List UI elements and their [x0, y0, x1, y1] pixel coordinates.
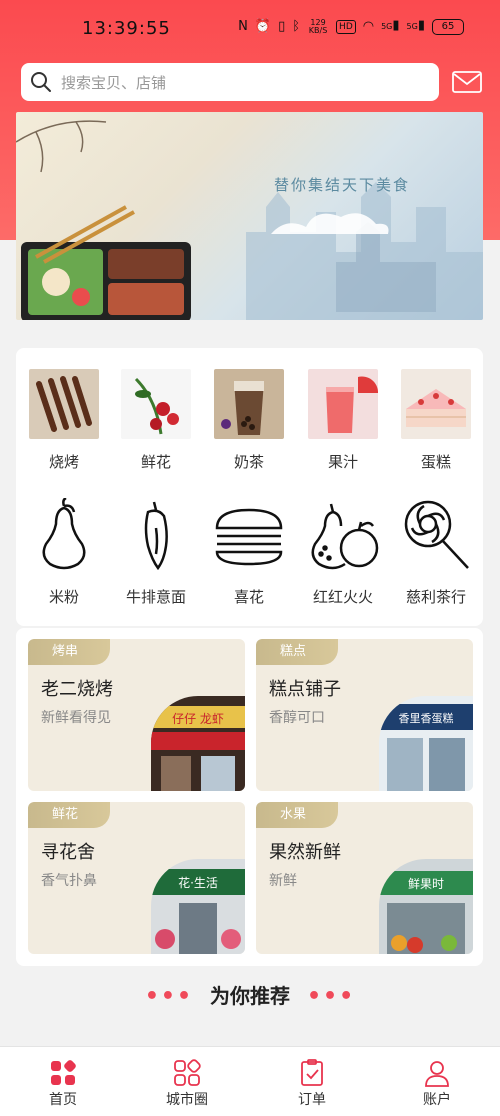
cake-photo [401, 369, 471, 439]
shop-photo: 香里香蛋糕 [379, 696, 473, 791]
tab-label: 账户 [423, 1092, 451, 1108]
category-item-juice[interactable]: 果汁 [303, 369, 383, 472]
shop-card-fruit[interactable]: 水果 果然新鲜 新鲜 鲜果时 [256, 802, 473, 954]
shop-card-bbq[interactable]: 烤串 老二烧烤 新鲜看得见 仔仔 龙虾 [28, 639, 245, 791]
category-label: 牛排意面 [125, 588, 186, 606]
promo-banner[interactable]: 替你集结天下美食 [16, 112, 483, 320]
search-placeholder: 搜索宝贝、店铺 [61, 73, 167, 92]
mail-icon[interactable] [452, 70, 482, 94]
signal-label-1: 5G [381, 22, 393, 31]
shop-desc: 香醇可口 [269, 710, 325, 726]
juice-photo [308, 369, 378, 439]
banner-illustration [16, 120, 483, 320]
category-item-cili-tea[interactable]: 慈利茶行 [396, 498, 476, 607]
tab-account[interactable]: 账户 [402, 1059, 472, 1109]
recommend-title: 为你推荐 [210, 984, 290, 1008]
shop-desc: 新鲜看得见 [41, 710, 111, 726]
shop-desc: 新鲜 [269, 873, 297, 889]
status-icons: N ⏰ ▯ ᛒ 129 KB/S HD ◠ 5G▮ 5G▮ 65 [238, 18, 464, 35]
shop-tag: 水果 [256, 802, 338, 828]
shop-sign: 仔仔 龙虾 [172, 712, 224, 726]
category-label: 喜花 [233, 588, 264, 606]
skewer-photo [29, 369, 99, 439]
shop-sign: 香里香蛋糕 [399, 711, 454, 725]
shop-card-pastry[interactable]: 糕点 糕点铺子 香醇可口 香里香蛋糕 [256, 639, 473, 791]
signal-icon-1: 5G▮ [381, 18, 400, 33]
category-label: 米粉 [48, 588, 79, 606]
status-time: 13:39:55 [82, 18, 171, 39]
category-item-honghong[interactable]: 红红火火 [303, 498, 383, 607]
category-item-milktea[interactable]: 奶茶 [209, 369, 289, 472]
category-item-bbq[interactable]: 烧烤 [24, 369, 104, 472]
nfc-icon: N [238, 18, 248, 34]
shop-sign: 鲜果时 [408, 877, 444, 891]
burger-icon [211, 498, 287, 574]
category-label: 果汁 [327, 453, 358, 471]
shop-name: 寻花舍 [41, 842, 95, 863]
shop-sign: 花·生活 [178, 875, 218, 890]
alarm-icon: ⏰ [254, 18, 272, 34]
category-item-rice-noodle[interactable]: 米粉 [24, 496, 104, 607]
tab-city-circle[interactable]: 城市圈 [152, 1059, 222, 1109]
category-item-flowers[interactable]: 鲜花 [116, 369, 196, 472]
category-label: 鲜花 [140, 453, 171, 471]
shop-photo: 花·生活 [151, 859, 245, 954]
bottom-tab-bar: 首页 城市圈 订单 账户 [0, 1046, 500, 1116]
city-circle-icon [173, 1059, 201, 1087]
fruits-icon [305, 498, 381, 574]
category-item-xihua[interactable]: 喜花 [209, 498, 289, 607]
tab-orders[interactable]: 订单 [277, 1059, 347, 1109]
shop-tag: 烤串 [28, 639, 110, 665]
category-item-steak-pasta[interactable]: 牛排意面 [116, 498, 196, 607]
tab-label: 订单 [298, 1092, 326, 1108]
network-speed: 129 KB/S [308, 17, 328, 35]
tab-label: 城市圈 [166, 1092, 208, 1108]
status-bar: 13:39:55 N ⏰ ▯ ᛒ 129 KB/S HD ◠ 5G▮ 5G▮ 6… [0, 0, 500, 58]
shop-tag: 糕点 [256, 639, 338, 665]
lollipop-icon [398, 498, 474, 574]
tab-home[interactable]: 首页 [28, 1059, 98, 1109]
search-input[interactable]: 搜索宝贝、店铺 [21, 63, 439, 101]
roses-photo [121, 369, 191, 439]
recommend-dots-right: ••• [306, 984, 356, 1009]
category-label: 红红火火 [312, 588, 373, 606]
category-label: 烧烤 [48, 453, 79, 471]
shop-name: 果然新鲜 [269, 842, 341, 863]
battery-icon: 65 [432, 18, 464, 35]
signal-label-2: 5G [406, 22, 418, 31]
recommend-heading: ••• 为你推荐 ••• [0, 980, 500, 1009]
order-clipboard-icon [298, 1059, 326, 1087]
shop-desc: 香气扑鼻 [41, 873, 97, 889]
shop-name: 老二烧烤 [41, 679, 113, 700]
shop-card-flowers[interactable]: 鲜花 寻花舍 香气扑鼻 花·生活 [28, 802, 245, 954]
home-grid-icon [49, 1059, 77, 1087]
pear-icon [26, 496, 102, 574]
category-grid: 烧烤 鲜花 奶茶 果汁 蛋糕 米粉 牛排意面 喜花 红红火火 慈利茶行 [16, 348, 483, 626]
category-label: 慈利茶行 [405, 588, 466, 606]
category-label: 蛋糕 [420, 453, 451, 471]
hd-badge: HD [336, 19, 356, 34]
milk-tea-photo [214, 369, 284, 439]
banner-title: 替你集结天下美食 [274, 176, 411, 194]
shop-tag: 鲜花 [28, 802, 110, 828]
account-user-icon [423, 1059, 451, 1087]
chili-icon [118, 498, 194, 574]
recommend-dots-left: ••• [144, 984, 194, 1009]
category-item-cake[interactable]: 蛋糕 [396, 369, 476, 472]
tab-label: 首页 [49, 1092, 77, 1108]
vibrate-icon: ▯ [278, 18, 286, 34]
search-icon [21, 63, 61, 101]
wifi-icon: ◠ [362, 18, 375, 34]
shop-name: 糕点铺子 [269, 679, 341, 700]
signal-icon-2: 5G▮ [406, 18, 425, 33]
shop-photo: 鲜果时 [379, 859, 473, 954]
category-label: 奶茶 [233, 453, 264, 471]
bluetooth-icon: ᛒ [292, 18, 301, 34]
shop-photo: 仔仔 龙虾 [151, 696, 245, 791]
